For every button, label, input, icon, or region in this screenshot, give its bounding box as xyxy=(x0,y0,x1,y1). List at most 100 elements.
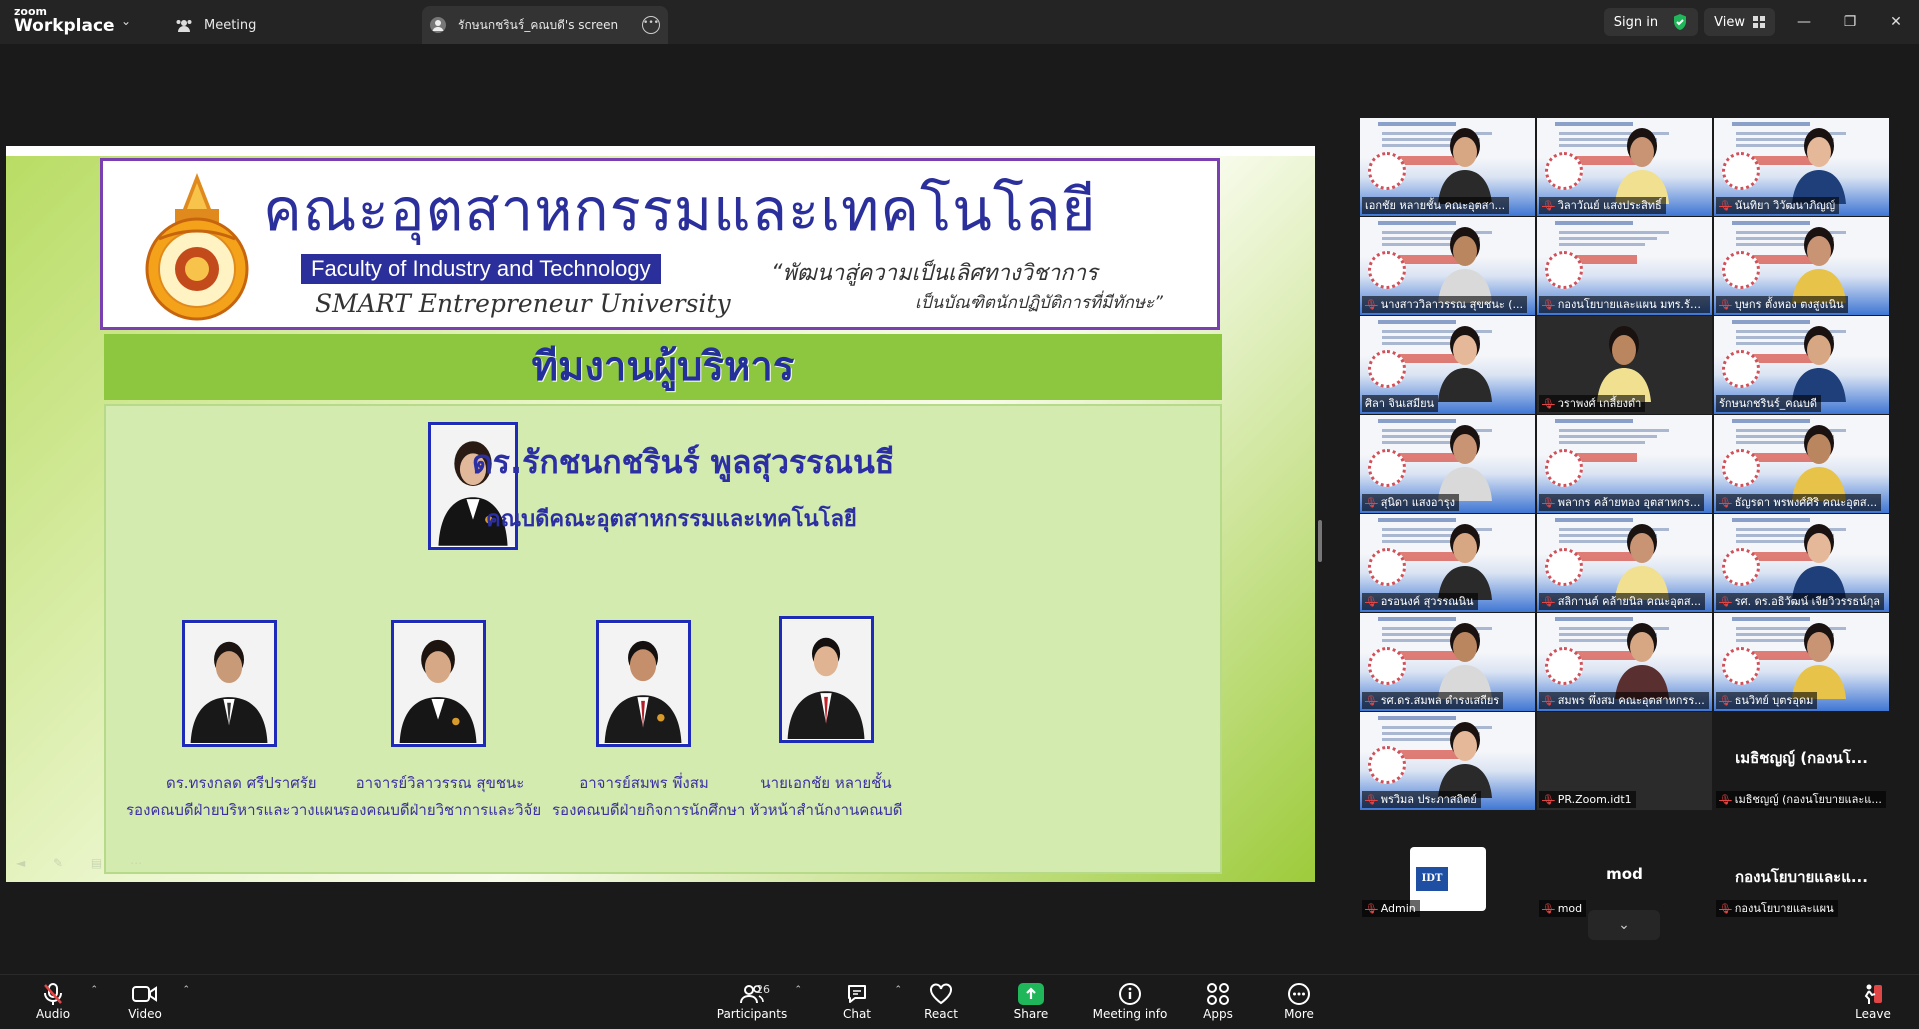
poster-logo-icon xyxy=(1722,647,1760,685)
apps-button[interactable]: Apps xyxy=(1183,981,1253,1021)
slide-nav-controls[interactable]: ◄ ✎ ▤ ⋯ xyxy=(16,856,154,870)
poster-text-line xyxy=(1559,435,1657,438)
staff-photo-1 xyxy=(182,620,277,747)
audio-options-caret[interactable]: ⌃ xyxy=(90,985,98,995)
participant-name-label: 🎙︎ เมธิชญญ์ (กองนโยบายและแ... xyxy=(1716,791,1886,808)
chat-button[interactable]: Chat ⌃ xyxy=(822,981,902,1021)
meeting-toolbar: Audio ⌃ Video ⌃ 26 Participants ⌃ Chat ⌃ xyxy=(0,974,1919,1029)
participant-name: นันทิยา วิวัฒนาภิญญ์ xyxy=(1734,199,1836,212)
chat-icon xyxy=(822,981,892,1007)
participant-name: เมธิชญญ์ (กองนโยบายและแ... xyxy=(1734,793,1882,806)
participant-tile[interactable]: 🎙︎ อรอนงค์ สุวรรณนิน xyxy=(1360,514,1535,612)
more-button[interactable]: More xyxy=(1264,981,1334,1021)
participant-name: ธัญรดา พรพงศ์ศิริ คณะอุตส... xyxy=(1734,496,1878,509)
mic-off-icon: 🎙︎ xyxy=(1365,498,1378,509)
participants-options-caret[interactable]: ⌃ xyxy=(794,985,802,995)
share-screen-icon xyxy=(1018,983,1044,1005)
participant-tile[interactable]: 🎙︎ ธนวิทย์ บุตรอุดม xyxy=(1714,613,1889,711)
video-options-caret[interactable]: ⌃ xyxy=(182,985,190,995)
poster-logo-icon xyxy=(1368,548,1406,586)
participant-tile[interactable]: 🎙︎ รศ.ดร.สมพล ดำรงเสถียร xyxy=(1360,613,1535,711)
mic-off-icon: 🎙︎ xyxy=(1365,300,1378,311)
react-button[interactable]: React xyxy=(906,981,976,1021)
participant-name-label: 🎙︎ พลากร คล้ายทอง อุตสาหกร... xyxy=(1539,494,1705,511)
audio-button[interactable]: Audio ⌃ xyxy=(18,981,98,1021)
info-icon xyxy=(1090,981,1170,1007)
avatar-logo-text: IDT xyxy=(1416,867,1448,891)
title-bar-right: Sign in View — ❐ ✕ xyxy=(1603,6,1919,38)
tab-meeting[interactable]: Meeting xyxy=(168,6,418,44)
participant-tile[interactable]: 🎙︎ พรวิมล ประภาสถิตย์ xyxy=(1360,712,1535,810)
mic-off-icon: 🎙︎ xyxy=(1542,399,1555,410)
participant-name-label: 🎙︎ นางสาววิลาวรรณ สุขชนะ (... xyxy=(1362,296,1528,313)
participant-video-icon xyxy=(1792,326,1846,402)
screen-share-icon xyxy=(428,15,448,35)
participant-tile[interactable]: รักษนกชรินร์_คณบดี xyxy=(1714,316,1889,414)
participant-name: รักษนกชรินร์_คณบดี xyxy=(1719,397,1817,410)
participant-tile[interactable]: 🎙︎ พลากร คล้ายทอง อุตสาหกร... xyxy=(1537,415,1712,513)
gallery-next-page-button[interactable]: ⌄ xyxy=(1588,910,1660,940)
participant-name: mod xyxy=(1557,902,1583,915)
logo-line-2: Workplace xyxy=(14,16,115,36)
staff-photo-2 xyxy=(391,620,486,747)
participant-video-icon xyxy=(1792,128,1846,204)
video-label: Video xyxy=(128,1007,162,1021)
participant-tile[interactable]: mod 🎙︎ mod xyxy=(1537,831,1712,919)
sign-in-button[interactable]: Sign in xyxy=(1614,15,1658,30)
participant-name-label: 🎙︎ mod xyxy=(1539,900,1587,917)
participant-name-label: 🎙︎ สลิกานต์ คล้ายนิล คณะอุตส... xyxy=(1539,593,1706,610)
participants-button[interactable]: 26 Participants ⌃ xyxy=(712,981,802,1021)
share-button[interactable]: Share xyxy=(996,981,1066,1021)
participant-tile[interactable]: 🎙︎ กองนโยบายและแผน มทร.รัต... xyxy=(1537,217,1712,315)
participant-tile[interactable]: 🎙︎ วราพงศ์ เกลี้ยงดำ xyxy=(1537,316,1712,414)
participant-video-icon xyxy=(1792,227,1846,303)
participant-tile[interactable]: กองนโยบายและแ... 🎙︎ กองนโยบายและแผน xyxy=(1714,831,1889,919)
participant-tile[interactable]: 🎙︎ นางสาววิลาวรรณ สุขชนะ (... xyxy=(1360,217,1535,315)
dean-name: ดร.รักชนกชรินร์ พูลสุวรรณนธี xyxy=(472,443,895,481)
participant-tile[interactable]: 🎙︎ สลิกานต์ คล้ายนิล คณะอุตส... xyxy=(1537,514,1712,612)
leave-button[interactable]: Leave xyxy=(1838,981,1908,1021)
audio-label: Audio xyxy=(35,1007,71,1021)
tab-shared-screen[interactable]: รักษนกชรินร์_คณบดี's screen ••• xyxy=(422,6,668,44)
participant-tile[interactable]: 🎙︎ สมพร พึ่งสม คณะอุตสาหกรร... xyxy=(1537,613,1712,711)
participant-tile[interactable]: 🎙︎ PR.Zoom.idt1 xyxy=(1537,712,1712,810)
participant-tile[interactable]: IDT 🎙︎ Admin xyxy=(1360,831,1535,919)
faculty-motto-line-1: “พัฒนาสู่ความเป็นเลิศทางวิชาการ xyxy=(771,261,1098,286)
poster-logo-icon xyxy=(1368,350,1406,388)
shield-icon[interactable] xyxy=(1672,13,1688,31)
participant-name-label: 🎙︎ กองนโยบายและแผน มทร.รัต... xyxy=(1539,296,1710,313)
participant-name: ธนวิทย์ บุตรอุดม xyxy=(1734,694,1814,707)
participant-tile[interactable]: ศิลา จินเสมียน xyxy=(1360,316,1535,414)
minimize-button[interactable]: — xyxy=(1781,14,1827,30)
participant-tile[interactable]: 🎙︎ วิลาวัณย์ แสงประสิทธิ์ xyxy=(1537,118,1712,216)
participant-video-icon xyxy=(1597,326,1651,402)
university-slogan: SMART Entrepreneur University xyxy=(315,289,731,318)
chevron-down-icon[interactable]: ⌄ xyxy=(121,14,131,28)
panel-resize-handle[interactable] xyxy=(1318,520,1322,562)
participant-tile[interactable]: 🎙︎ รศ. ดร.อธิวัฒน์ เจียวิวรรธน์กุล xyxy=(1714,514,1889,612)
participant-tile[interactable]: 🎙︎ นันทิยา วิวัฒนาภิญญ์ xyxy=(1714,118,1889,216)
video-button[interactable]: Video ⌃ xyxy=(110,981,190,1021)
participant-tile[interactable]: 🎙︎ สุนิดา แสงอารุง xyxy=(1360,415,1535,513)
participant-tile[interactable]: 🎙︎ บุษกร ตั้งหอง ตงสูงเนิน xyxy=(1714,217,1889,315)
close-button[interactable]: ✕ xyxy=(1873,14,1919,30)
mic-off-icon: 🎙︎ xyxy=(1542,498,1555,509)
participant-name-label: 🎙︎ อรอนงค์ สุวรรณนิน xyxy=(1362,593,1478,610)
mic-off-icon: 🎙︎ xyxy=(1365,696,1378,707)
faculty-name-english: Faculty of Industry and Technology xyxy=(301,254,661,284)
participant-tile[interactable]: 🎙︎ ธัญรดา พรพงศ์ศิริ คณะอุตส... xyxy=(1714,415,1889,513)
participant-tile[interactable]: เอกชัย หลายชั้น คณะอุตสา... xyxy=(1360,118,1535,216)
meeting-icon xyxy=(174,15,194,35)
participant-tile[interactable]: เมธิชญญ์ (กองนโ... 🎙︎ เมธิชญญ์ (กองนโยบายแ… xyxy=(1714,712,1889,810)
more-options-icon[interactable]: ••• xyxy=(642,16,660,34)
participant-name-label: 🎙︎ นันทิยา วิวัฒนาภิญญ์ xyxy=(1716,197,1840,214)
participant-video-icon xyxy=(1438,722,1492,798)
poster-text-line xyxy=(1559,429,1669,432)
restore-button[interactable]: ❐ xyxy=(1827,14,1873,30)
chat-options-caret[interactable]: ⌃ xyxy=(894,985,902,995)
participant-name: รศ. ดร.อธิวัฒน์ เจียวิวรรธน์กุล xyxy=(1734,595,1881,608)
view-button[interactable]: View xyxy=(1704,8,1775,36)
participant-name: PR.Zoom.idt1 xyxy=(1557,793,1632,806)
meeting-info-button[interactable]: Meeting info xyxy=(1090,981,1170,1021)
poster-logo-icon xyxy=(1368,449,1406,487)
